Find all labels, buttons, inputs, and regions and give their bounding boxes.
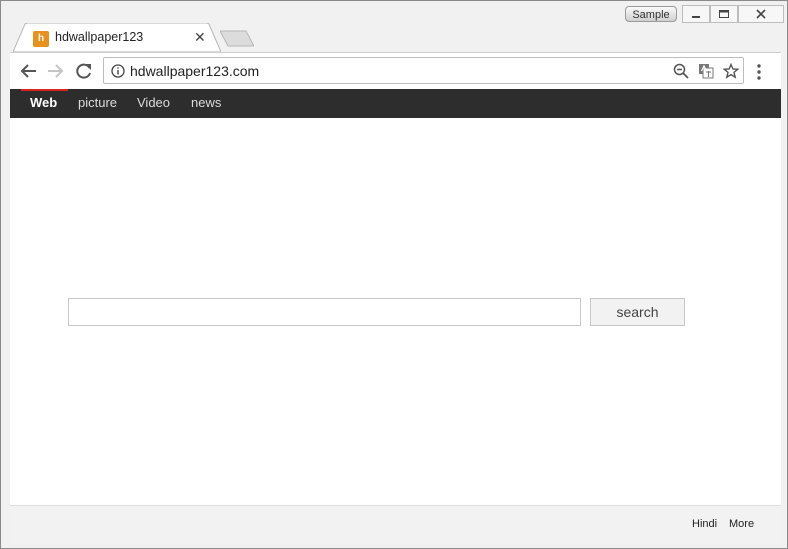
search-button[interactable]: search	[590, 298, 685, 326]
menu-icon[interactable]	[754, 63, 764, 81]
title-bar: Sample h hdwallpaper123 ✕	[1, 1, 787, 52]
forward-button[interactable]	[44, 61, 66, 81]
active-nav-indicator	[21, 89, 68, 91]
forward-icon	[48, 64, 64, 78]
reload-button[interactable]	[73, 61, 95, 81]
browser-window: Sample h hdwallpaper123 ✕ hdwallpaper123…	[0, 0, 788, 549]
search-input[interactable]	[68, 298, 581, 326]
nav-item-web[interactable]: Web	[30, 95, 57, 110]
back-icon	[20, 64, 36, 78]
minimize-icon	[692, 16, 700, 18]
back-button[interactable]	[18, 61, 40, 81]
nav-item-news[interactable]: news	[191, 95, 221, 110]
reload-icon	[76, 63, 91, 79]
tab-title: hdwallpaper123	[55, 30, 144, 44]
favicon-icon: h	[33, 31, 49, 47]
minimize-button[interactable]	[682, 5, 710, 23]
info-icon[interactable]	[111, 64, 125, 78]
url-text[interactable]: hdwallpaper123.com	[130, 63, 259, 79]
translate-button[interactable]	[697, 63, 715, 79]
footer-link-hindi[interactable]: Hindi	[692, 518, 717, 530]
tab-close-icon[interactable]: ✕	[194, 29, 206, 46]
browser-toolbar: hdwallpaper123.com	[10, 52, 781, 90]
zoom-out-icon	[673, 63, 689, 79]
active-tab[interactable]: h hdwallpaper123 ✕	[13, 23, 221, 52]
zoom-out-button[interactable]	[672, 63, 690, 79]
page-content: search	[10, 118, 781, 505]
maximize-icon	[719, 10, 729, 18]
close-icon	[756, 9, 766, 19]
nav-item-picture[interactable]: picture	[78, 95, 117, 110]
footer-link-more[interactable]: More	[729, 518, 754, 530]
translate-icon	[699, 64, 714, 79]
address-bar[interactable]: hdwallpaper123.com	[103, 57, 744, 84]
bookmark-star-icon	[723, 63, 739, 79]
nav-item-video[interactable]: Video	[137, 95, 170, 110]
bookmark-star-button[interactable]	[722, 63, 740, 79]
page-footer: Hindi More	[10, 505, 781, 544]
sample-badge: Sample	[625, 6, 677, 22]
close-window-button[interactable]	[738, 5, 784, 23]
maximize-button[interactable]	[710, 5, 738, 23]
new-tab-button[interactable]	[220, 30, 254, 47]
site-navigation: Web picture Video news	[10, 89, 781, 118]
